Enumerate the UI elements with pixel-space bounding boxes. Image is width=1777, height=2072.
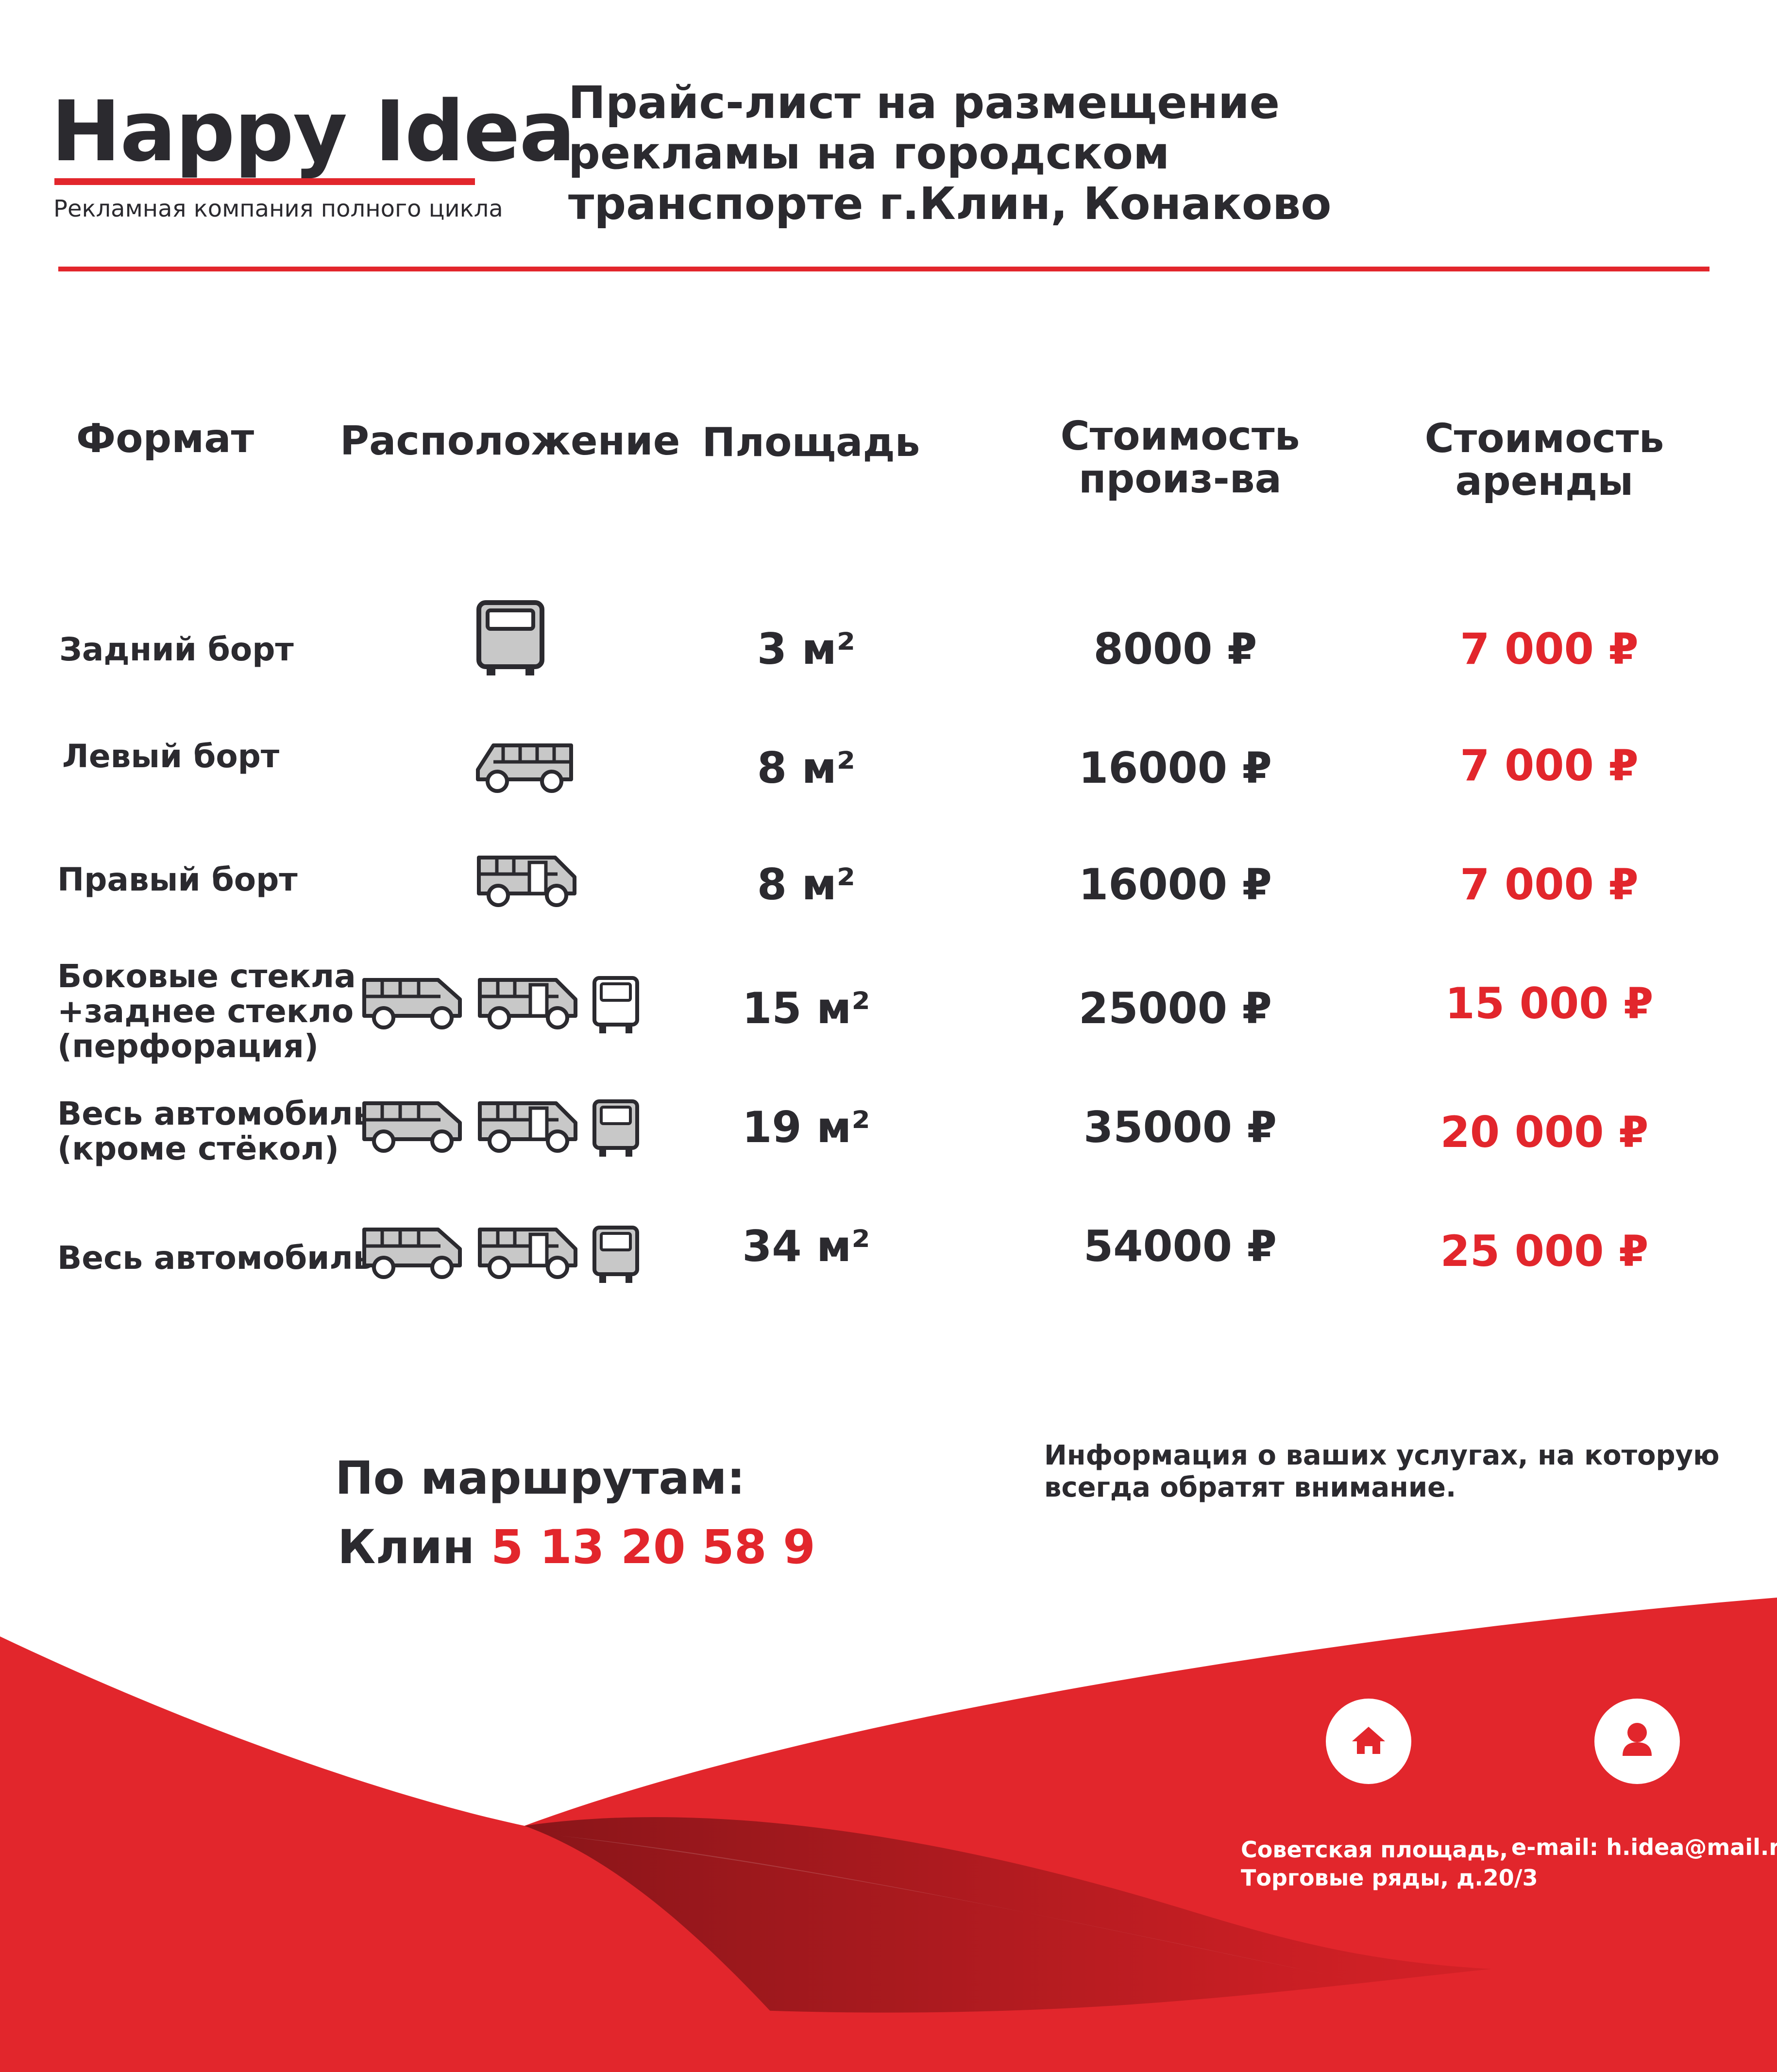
format-line: Весь автомобиль [57, 1095, 373, 1132]
format-line: Левый борт [62, 738, 280, 775]
format-line: (кроме стёкол) [57, 1130, 339, 1167]
page-title: Прайс-лист на размещение рекламы на горо… [568, 78, 1331, 229]
table-row-format: Весь автомобиль (кроме стёкол) [57, 1096, 373, 1166]
title-line-1: Прайс-лист на размещение [568, 77, 1280, 129]
column-header-rent-line1: Стоимость [1424, 416, 1664, 462]
table-cell-area: 8 м² [757, 859, 856, 910]
table-row-format: Боковые стекла +заднее стекло (перфораци… [57, 959, 356, 1064]
bus-right-side-icon [478, 1101, 577, 1153]
format-line: Задний борт [59, 631, 294, 668]
table-cell-area: 34 м² [742, 1221, 870, 1271]
person-icon [1623, 1723, 1652, 1756]
column-header-production: Стоимость произ-ва [1010, 415, 1350, 501]
column-header-area: Площадь [702, 420, 920, 466]
bus-right-side-icon [478, 1228, 577, 1279]
address-line-1: Советская площадь, [1241, 1836, 1508, 1863]
table-cell-production: 16000 ₽ [1078, 859, 1272, 910]
title-line-2: рекламы на городском [568, 127, 1170, 179]
table-cell-area: 8 м² [757, 743, 856, 793]
promo-note: Информация о ваших услугах, на которую в… [1044, 1440, 1720, 1503]
email-link[interactable]: e-mail: h.idea@mail.ru [1511, 1833, 1777, 1861]
format-line: Весь автомобиль [57, 1239, 373, 1277]
brand-tagline: Рекламная компания полного цикла [53, 195, 503, 222]
footer-wave-background [0, 1598, 1777, 2072]
bus-left-side-icon [362, 1101, 462, 1153]
address: Советская площадь, Торговые ряды, д.20/3 [1241, 1836, 1538, 1892]
column-header-location: Расположение [340, 418, 680, 464]
table-cell-area: 15 м² [742, 983, 870, 1033]
column-header-rent-line2: аренды [1455, 458, 1634, 505]
format-line: +заднее стекло [57, 993, 354, 1030]
format-line: Боковые стекла [57, 958, 356, 995]
table-cell-production: 8000 ₽ [1093, 624, 1257, 674]
table-cell-rent: 25 000 ₽ [1440, 1226, 1649, 1276]
routes-label: По маршрутам: [335, 1452, 745, 1505]
table-row-format: Задний борт [59, 632, 294, 667]
bus-left-side-icon [476, 743, 573, 793]
bus-right-side-icon [477, 856, 576, 907]
bus-left-side-icon [362, 1228, 462, 1279]
routes-city: Клин [338, 1520, 475, 1574]
table-cell-rent: 20 000 ₽ [1440, 1107, 1649, 1157]
bus-left-side-icon [362, 978, 462, 1029]
bus-rear-icon [592, 1226, 639, 1283]
format-line: (перфорация) [57, 1028, 319, 1065]
column-header-production-line1: Стоимость [1060, 413, 1300, 459]
bus-right-side-icon [478, 978, 577, 1029]
table-cell-production: 54000 ₽ [1083, 1221, 1277, 1271]
routes-city-line: Клин 5 13 20 58 9 [338, 1520, 815, 1574]
person-icon-circle[interactable] [1594, 1699, 1680, 1784]
bus-rear-icon [592, 1099, 639, 1157]
table-cell-production: 25000 ₽ [1078, 983, 1272, 1033]
table-row-format: Правый борт [57, 862, 298, 897]
header-divider [58, 267, 1709, 271]
home-icon [1352, 1727, 1385, 1754]
home-icon-circle[interactable] [1326, 1699, 1411, 1784]
format-line: Правый борт [57, 861, 298, 898]
table-cell-rent: 7 000 ₽ [1460, 741, 1639, 791]
table-cell-area: 19 м² [742, 1102, 870, 1152]
table-cell-rent: 7 000 ₽ [1460, 859, 1639, 910]
title-line-3: транспорте г.Клин, Конаково [568, 178, 1332, 230]
table-cell-rent: 7 000 ₽ [1460, 624, 1639, 674]
column-header-rent: Стоимость аренды [1374, 418, 1714, 503]
routes-numbers: 5 13 20 58 9 [491, 1520, 815, 1574]
column-header-production-line2: произ-ва [1078, 456, 1282, 502]
table-cell-production: 35000 ₽ [1083, 1102, 1277, 1152]
brand-logo: Happy Idea [51, 83, 575, 180]
table-cell-area: 3 м² [757, 624, 856, 674]
column-header-format: Формат [76, 416, 254, 462]
table-cell-rent: 15 000 ₽ [1445, 978, 1654, 1028]
brand-underline [54, 178, 475, 185]
bus-rear-icon [476, 600, 544, 675]
address-line-2: Торговые ряды, д.20/3 [1241, 1865, 1538, 1891]
table-row-format: Весь автомобиль [57, 1241, 373, 1276]
table-row-format: Левый борт [62, 739, 279, 774]
table-cell-production: 16000 ₽ [1078, 743, 1272, 793]
bus-rear-icon [592, 976, 639, 1033]
